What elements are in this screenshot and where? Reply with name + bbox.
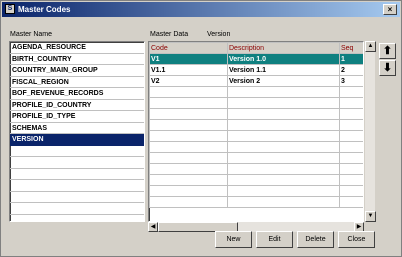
cell-description[interactable] <box>227 174 340 186</box>
window-title: Master Codes <box>18 5 71 14</box>
cell-description[interactable] <box>227 108 340 120</box>
cell-code[interactable] <box>149 119 228 131</box>
grid-header-row: Code Description Seq <box>149 42 363 54</box>
cell-seq[interactable]: 1 <box>339 53 363 65</box>
table-row[interactable] <box>149 141 363 153</box>
cell-seq[interactable]: 3 <box>339 75 363 87</box>
cell-seq[interactable] <box>339 174 363 186</box>
list-item[interactable] <box>10 192 144 203</box>
cell-code[interactable]: V1.1 <box>149 64 228 76</box>
table-row[interactable] <box>149 185 363 197</box>
master-data-grid[interactable]: Code Description Seq V1 Version 1.0 1 V1.1 V… <box>148 41 364 222</box>
cell-description[interactable]: Version 1.1 <box>227 64 340 76</box>
cell-seq[interactable] <box>339 119 363 131</box>
close-window-button[interactable]: × <box>383 4 397 15</box>
cell-description[interactable] <box>227 86 340 98</box>
cell-description[interactable] <box>227 141 340 153</box>
cell-code[interactable]: V2 <box>149 75 228 87</box>
cell-code[interactable] <box>149 163 228 175</box>
app-icon: S <box>5 4 15 14</box>
cell-description[interactable]: Version 1.0 <box>227 53 340 65</box>
table-row[interactable] <box>149 86 363 98</box>
list-item[interactable] <box>10 169 144 180</box>
cell-seq[interactable] <box>339 130 363 142</box>
cell-code[interactable] <box>149 86 228 98</box>
cell-seq[interactable] <box>339 152 363 164</box>
column-header-description[interactable]: Description <box>227 42 340 54</box>
cell-description[interactable] <box>227 97 340 109</box>
cell-seq[interactable] <box>339 97 363 109</box>
column-header-code[interactable]: Code <box>149 42 228 54</box>
master-data-label: Master Data <box>150 31 189 38</box>
list-item[interactable] <box>10 203 144 215</box>
cell-code[interactable] <box>149 174 228 186</box>
table-row[interactable]: V1 Version 1.0 1 <box>149 53 363 65</box>
move-up-button[interactable]: ⬆ <box>379 43 396 59</box>
cell-description[interactable] <box>227 152 340 164</box>
list-item[interactable]: FISCAL_REGION <box>10 77 144 88</box>
master-name-list[interactable]: AGENDA_RESOURCE BIRTH_COUNTRY COUNTRY_MAIN… <box>9 41 145 222</box>
list-item[interactable]: COUNTRY_MAIN_GROUP <box>10 65 144 77</box>
cell-description[interactable] <box>227 185 340 197</box>
list-item[interactable]: BIRTH_COUNTRY <box>10 54 144 65</box>
cell-code[interactable]: V1 <box>149 53 228 65</box>
cell-code[interactable] <box>149 141 228 153</box>
table-row[interactable]: V1.1 Version 1.1 2 <box>149 64 363 76</box>
cell-code[interactable] <box>149 185 228 197</box>
table-row[interactable] <box>149 196 363 208</box>
move-down-button[interactable]: ⬇ <box>379 60 396 76</box>
cell-description[interactable] <box>227 196 340 208</box>
list-item[interactable] <box>10 146 144 157</box>
scroll-down-icon[interactable]: ▼ <box>365 211 376 222</box>
close-button[interactable]: Close <box>338 231 375 248</box>
cell-code[interactable] <box>149 196 228 208</box>
scroll-up-icon[interactable]: ▲ <box>365 41 376 52</box>
scroll-left-icon[interactable]: ◀ <box>148 222 158 232</box>
table-row[interactable] <box>149 97 363 109</box>
list-item[interactable]: PROFILE_ID_COUNTRY <box>10 100 144 111</box>
list-item[interactable]: AGENDA_RESOURCE <box>10 42 144 54</box>
arrow-up-icon: ⬆ <box>382 45 393 57</box>
delete-button[interactable]: Delete <box>297 231 334 248</box>
cell-seq[interactable] <box>339 196 363 208</box>
grid-vertical-scrollbar[interactable]: ▲ ▼ <box>364 41 376 222</box>
cell-seq[interactable]: 2 <box>339 64 363 76</box>
arrow-down-icon: ⬇ <box>382 62 393 74</box>
table-row[interactable] <box>149 130 363 142</box>
list-item[interactable]: VERSION <box>10 134 144 146</box>
cell-code[interactable] <box>149 130 228 142</box>
cell-seq[interactable] <box>339 108 363 120</box>
list-item[interactable]: BOF_REVENUE_RECORDS <box>10 88 144 100</box>
table-row[interactable] <box>149 108 363 120</box>
cell-seq[interactable] <box>339 141 363 153</box>
cell-code[interactable] <box>149 108 228 120</box>
master-data-value: Version <box>207 31 231 38</box>
table-row[interactable]: V2 Version 23 <box>149 75 363 87</box>
new-button[interactable]: New <box>215 231 252 248</box>
edit-button[interactable]: Edit <box>256 231 293 248</box>
list-item[interactable]: PROFILE_ID_TYPE <box>10 111 144 123</box>
table-row[interactable] <box>149 152 363 164</box>
master-codes-window: S Master Codes × Master Name AGENDA_RESO… <box>0 0 402 257</box>
cell-description[interactable] <box>227 163 340 175</box>
cell-seq[interactable] <box>339 163 363 175</box>
cell-description[interactable] <box>227 119 340 131</box>
cell-code[interactable] <box>149 152 228 164</box>
cell-description[interactable]: Version 2 <box>227 75 340 87</box>
table-row[interactable] <box>149 163 363 175</box>
cell-seq[interactable] <box>339 185 363 197</box>
cell-seq[interactable] <box>339 86 363 98</box>
list-item[interactable]: SCHEMAS <box>10 123 144 134</box>
list-item[interactable] <box>10 157 144 169</box>
master-name-label: Master Name <box>10 31 53 38</box>
table-row[interactable] <box>149 119 363 131</box>
list-item[interactable] <box>10 180 144 192</box>
cell-code[interactable] <box>149 97 228 109</box>
table-row[interactable] <box>149 174 363 186</box>
column-header-seq[interactable]: Seq <box>339 42 363 54</box>
title-bar[interactable]: S Master Codes × <box>2 2 400 17</box>
cell-description[interactable] <box>227 130 340 142</box>
